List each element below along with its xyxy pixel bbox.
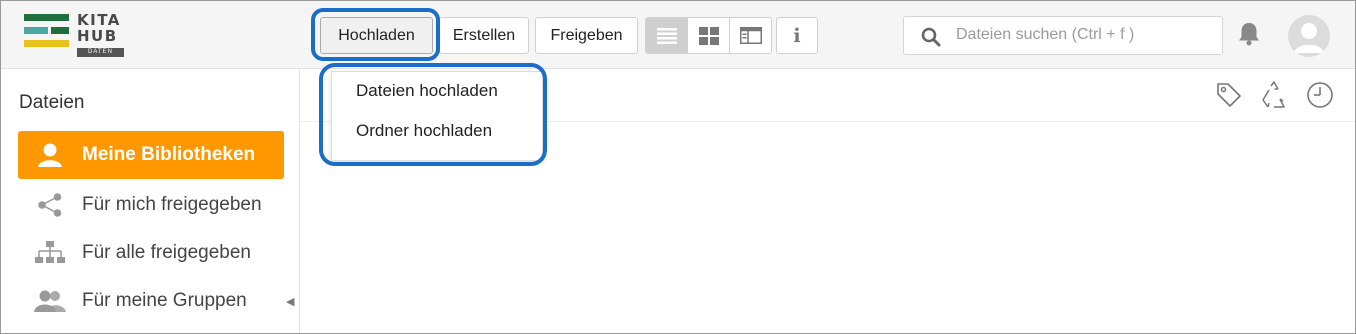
share-button[interactable]: Freigeben (535, 17, 638, 54)
upload-dropdown-menu: Dateien hochladen Ordner hochladen (331, 71, 543, 161)
search-input[interactable] (956, 23, 1211, 47)
logo-bar-yellow (24, 40, 69, 47)
clock-icon[interactable] (1306, 81, 1334, 109)
create-button[interactable]: Erstellen (439, 17, 529, 54)
sidebar-item-label: Für alle freigegeben (82, 242, 251, 263)
user-icon (18, 142, 82, 168)
share-icon (18, 193, 82, 217)
sidebar-item-shared-with-all[interactable]: Für alle freigegeben (18, 229, 284, 277)
list-view-button[interactable] (646, 18, 688, 53)
search-icon (921, 27, 941, 47)
kita-hub-logo[interactable]: KITA HUB DATEN (24, 13, 126, 57)
tag-icon[interactable] (1215, 81, 1243, 109)
list-view-icon (656, 27, 677, 44)
view-mode-group (645, 17, 772, 54)
recycle-icon[interactable] (1260, 81, 1288, 109)
caret-left-icon[interactable]: ◀ (286, 295, 294, 308)
logo-bar-green (24, 14, 69, 21)
grid-view-button[interactable] (688, 18, 730, 53)
bell-icon[interactable] (1237, 21, 1261, 47)
group-icon (18, 290, 82, 312)
sidebar-item-shared-with-me[interactable]: Für mich freigegeben (18, 181, 284, 229)
sidebar-item-my-libraries[interactable]: Meine Bibliotheken (18, 131, 284, 179)
sidebar-title: Dateien (19, 92, 85, 113)
org-tree-icon (18, 241, 82, 265)
detail-view-icon (739, 27, 762, 44)
sidebar-item-label: Für mich freigegeben (82, 194, 262, 215)
logo-bar-teal-right (51, 27, 69, 34)
sidebar-item-label: Für meine Gruppen (82, 290, 247, 311)
menu-item-upload-folder[interactable]: Ordner hochladen (356, 121, 492, 141)
sidebar: Dateien Meine Bibliotheken Für mich frei… (1, 69, 300, 333)
upload-button[interactable]: Hochladen (320, 17, 433, 54)
detail-view-button[interactable] (730, 18, 771, 53)
menu-item-upload-files[interactable]: Dateien hochladen (356, 81, 498, 101)
logo-bar-teal-left (24, 27, 48, 34)
logo-line2: HUB (77, 27, 118, 45)
search-box (903, 16, 1223, 55)
app-window: KITA HUB DATEN Hochladen Erstellen Freig… (0, 0, 1356, 334)
user-avatar-icon (1294, 23, 1324, 53)
grid-view-icon (698, 26, 719, 45)
sidebar-item-label: Meine Bibliotheken (82, 144, 256, 165)
sidebar-item-my-groups[interactable]: Für meine Gruppen ◀ (18, 277, 294, 325)
avatar[interactable] (1288, 15, 1330, 57)
info-icon: i (793, 24, 801, 47)
info-button[interactable]: i (776, 17, 818, 54)
top-header: KITA HUB DATEN Hochladen Erstellen Freig… (1, 1, 1355, 69)
logo-badge: DATEN (77, 48, 124, 57)
logo-line1: KITA (77, 11, 121, 29)
